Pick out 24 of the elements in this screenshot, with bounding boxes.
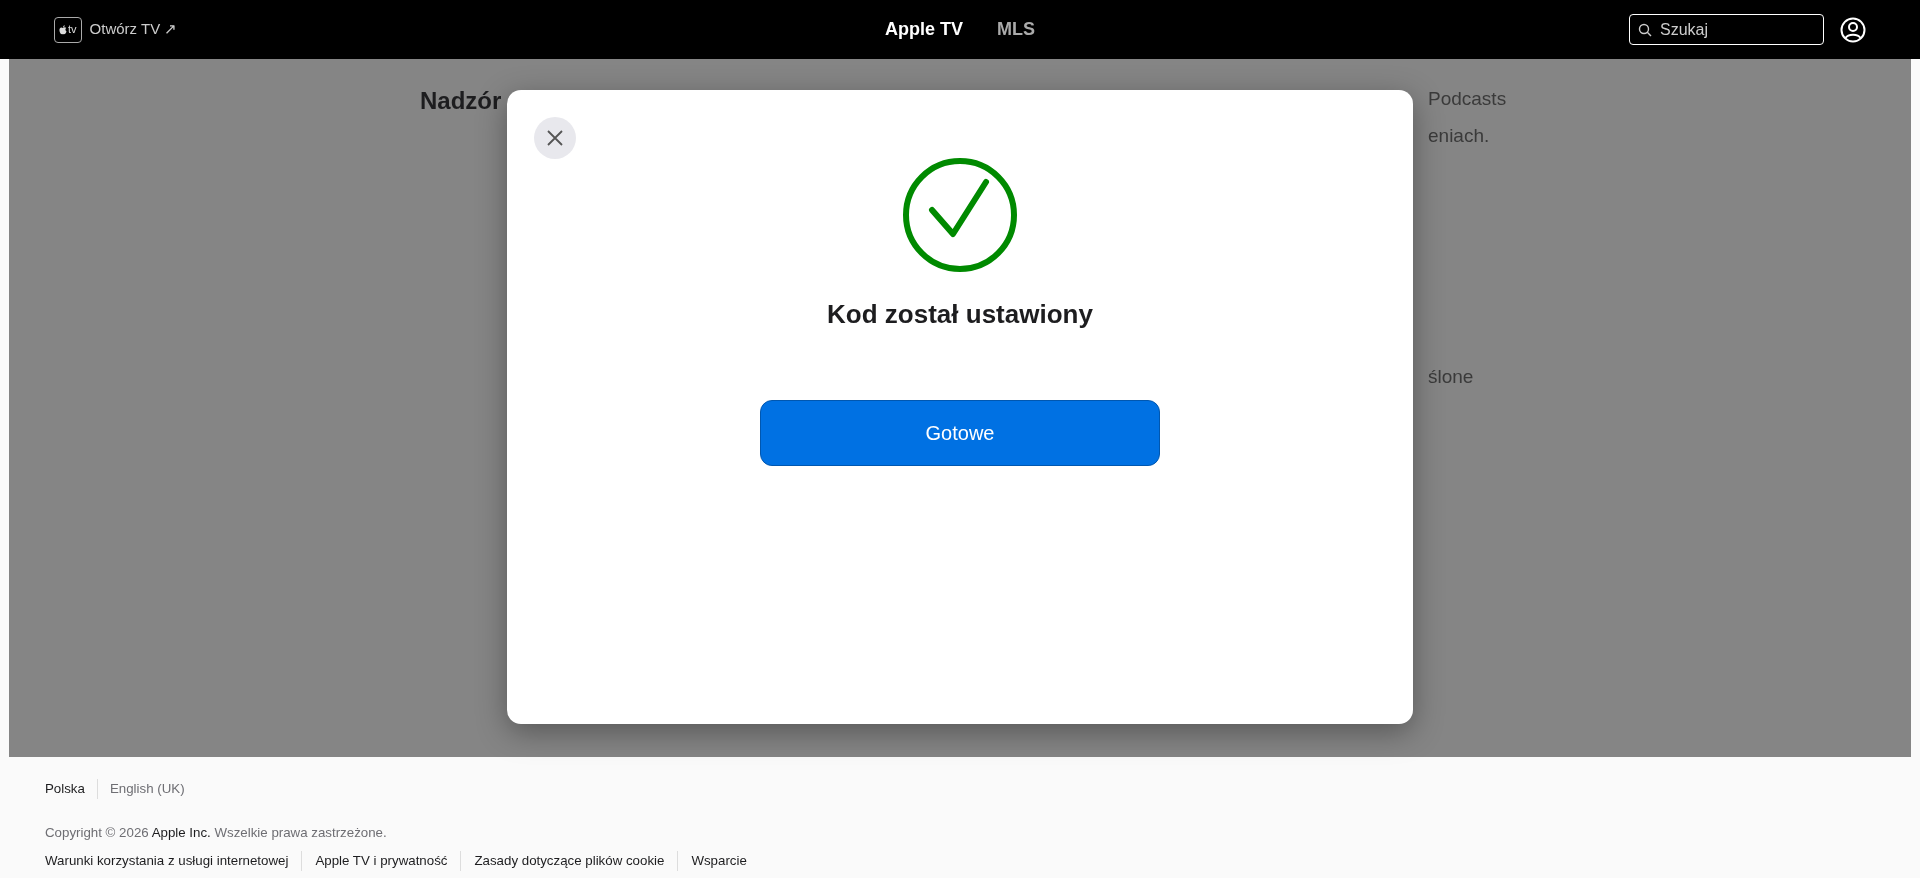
check-circle-icon — [902, 157, 1018, 273]
done-button[interactable]: Gotowe — [760, 400, 1160, 466]
nav-tab[interactable]: Apple TV — [885, 16, 963, 43]
search-field[interactable]: Szukaj — [1629, 14, 1824, 45]
apple-icon — [59, 24, 67, 35]
footer-link[interactable]: Zasady dotyczące plików cookie — [460, 850, 665, 871]
open-tv-link[interactable]: Otwórz TV ↗ — [89, 18, 178, 41]
nav-tab[interactable]: MLS — [997, 16, 1035, 43]
copyright-text: Copyright © 2026 Apple Inc. Wszelkie prawa zastrzeżone. — [45, 823, 388, 842]
body-text: ślone — [1428, 365, 1475, 389]
body-text: Podcasts — [1428, 87, 1508, 111]
close-icon — [546, 129, 564, 147]
account-icon[interactable] — [1840, 16, 1866, 43]
language-link[interactable]: Polska — [45, 779, 85, 799]
section-heading: Nadzór — [420, 86, 502, 116]
tv-logo[interactable]: tv — [54, 16, 82, 43]
language-link[interactable]: English (UK) — [96, 779, 185, 799]
close-button[interactable] — [534, 117, 576, 159]
footer-link[interactable]: Warunki korzystania z usługi internetowej — [45, 850, 289, 871]
body-text: eniach. — [1428, 123, 1491, 148]
search-icon — [1638, 23, 1652, 37]
footer-link[interactable]: Apple TV i prywatność — [301, 850, 448, 871]
dialog-title: Kod został ustawiony — [827, 298, 1093, 331]
footer-link[interactable]: Wsparcie — [677, 850, 747, 871]
